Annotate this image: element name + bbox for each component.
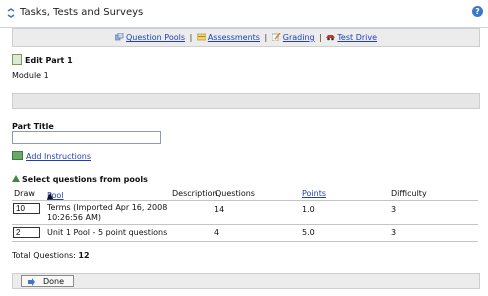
- part-title-label: Part Title: [12, 122, 54, 131]
- test-drive-icon: [326, 35, 336, 41]
- test-drive-link[interactable]: Test Drive: [326, 33, 377, 42]
- grading-link[interactable]: Grading: [271, 33, 317, 42]
- edit-part-title: Edit Part 1: [25, 56, 73, 65]
- page-title: Tasks, Tests and Surveys: [20, 7, 144, 18]
- done-icon: [28, 278, 35, 286]
- grading-label[interactable]: Grading: [283, 33, 315, 42]
- done-label[interactable]: Done: [43, 277, 64, 286]
- edit-page-icon: [12, 54, 22, 65]
- add-instructions-link[interactable]: Add Instructions: [26, 152, 91, 161]
- edit-part-heading: Edit Part 1: [12, 54, 73, 65]
- add-instructions[interactable]: Add Instructions: [12, 151, 91, 161]
- total-value: 12: [78, 251, 90, 260]
- sort-ascending-icon: ▲: [47, 191, 54, 200]
- divider: [12, 224, 478, 225]
- pool-name: Unit 1 Pool - 5 point questions: [47, 228, 168, 237]
- question-pools-icon: [114, 33, 124, 41]
- select-pools-title: Select questions from pools: [22, 175, 148, 184]
- title-bar: Tasks, Tests and Surveys ?: [0, 0, 488, 28]
- pool-questions: 14: [214, 205, 225, 214]
- pool-name-cont: 10:26:56 AM): [47, 213, 101, 222]
- collapse-triangle-icon[interactable]: [12, 175, 20, 182]
- footer-bar: Done: [12, 273, 480, 289]
- divider: [12, 241, 478, 242]
- assessments-link[interactable]: Assessments: [196, 33, 263, 42]
- module-name: Module 1: [12, 71, 49, 80]
- col-difficulty: Difficulty: [391, 189, 427, 198]
- help-icon[interactable]: ?: [472, 6, 483, 17]
- pools-table-header: Draw Pool ▲ Description Questions Points…: [12, 187, 478, 200]
- total-questions: Total Questions: 12: [12, 251, 90, 260]
- pool-difficulty: 3: [391, 205, 397, 214]
- col-points[interactable]: Points: [302, 189, 326, 198]
- total-label: Total Questions:: [12, 251, 76, 260]
- pool-difficulty: 3: [391, 228, 397, 237]
- pool-name: Terms (Imported Apr 16, 2008: [47, 203, 168, 212]
- col-draw: Draw: [14, 189, 35, 198]
- test-drive-label[interactable]: Test Drive: [337, 33, 377, 42]
- part-title-input[interactable]: [12, 131, 161, 144]
- question-pools-label[interactable]: Question Pools: [126, 33, 185, 42]
- divider: [12, 200, 478, 201]
- separator: |: [264, 33, 268, 42]
- col-description: Description: [172, 189, 218, 198]
- grading-icon: [271, 33, 281, 41]
- pool-questions: 4: [214, 228, 220, 237]
- select-pools-heading: Select questions from pools: [12, 175, 148, 184]
- assessments-icon: [196, 33, 206, 41]
- separator: |: [319, 33, 322, 42]
- separator: |: [189, 33, 193, 42]
- done-button[interactable]: Done: [21, 275, 74, 287]
- pool-points: 5.0: [302, 228, 315, 237]
- draw-count-input[interactable]: [13, 227, 40, 238]
- toolbar: Question Pools | Assessments | Grading |…: [12, 28, 480, 47]
- section-bar: [12, 93, 480, 109]
- question-pools-link[interactable]: Question Pools: [114, 33, 188, 42]
- app-icon: [7, 8, 15, 18]
- assessments-label[interactable]: Assessments: [208, 33, 260, 42]
- add-instructions-icon: [12, 151, 23, 160]
- draw-count-input[interactable]: [13, 203, 40, 214]
- col-questions: Questions: [215, 189, 255, 198]
- pool-points: 1.0: [302, 205, 315, 214]
